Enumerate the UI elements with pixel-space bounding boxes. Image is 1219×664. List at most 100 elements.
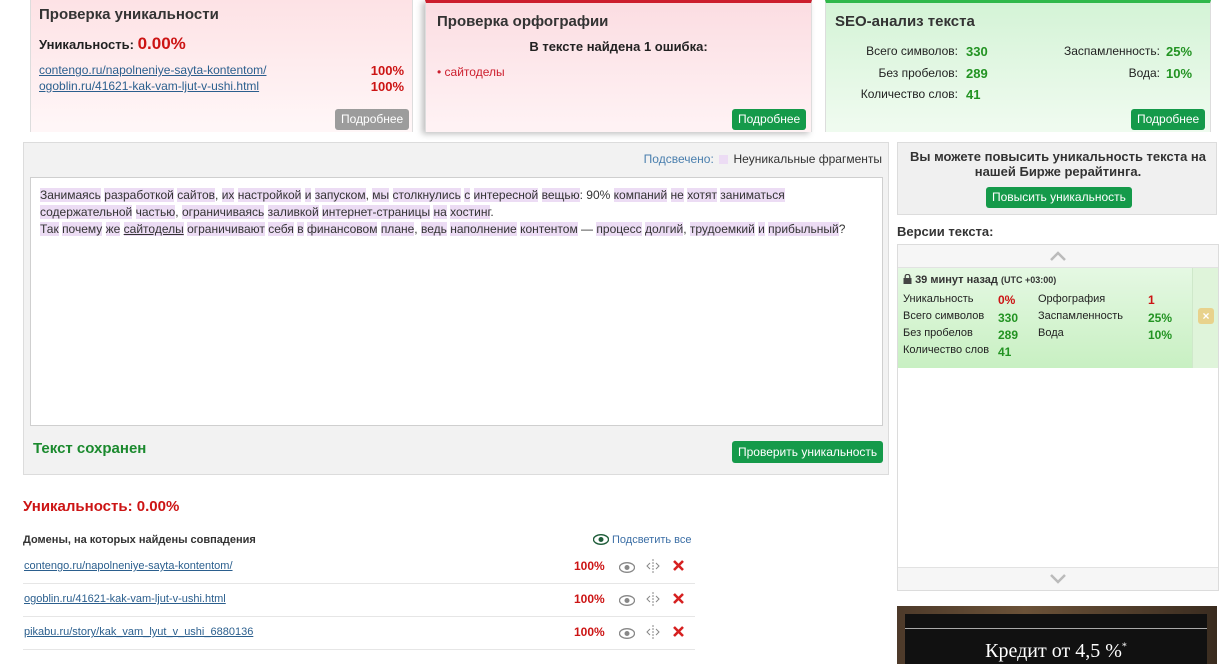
legend-swatch-icon [719,155,729,164]
raise-uniqueness-button[interactable]: Повысить уникальность [986,187,1132,208]
v-total-value: 330 [998,311,1019,325]
v-water-value: 10% [1148,328,1173,342]
nonunique-fragment: хостинг [450,205,491,219]
match-pct-2: 100% [370,79,404,94]
domain-link[interactable]: pikabu.ru/story/kak_vam_lyut_v_ushi_6880… [24,626,253,638]
ad-text-main: Кредит от 4,5 % [985,640,1122,662]
domain-link[interactable]: contengo.ru/napolneniye-sayta-kontentom/ [24,560,233,572]
nonunique-fragment: разработкой [104,188,174,202]
nonunique-fragment: контентом [520,222,578,236]
chevron-up-icon [1050,248,1066,265]
nonunique-fragment: ведь [420,222,447,236]
v-spam-value: 25% [1148,311,1173,325]
domain-pct: 100% [574,559,605,573]
uniqueness-more-button[interactable]: Подробнее [335,109,410,130]
seo-panel: SEO-анализ текста Всего символов: 330 Бе… [825,0,1211,132]
remove-icon[interactable] [672,625,685,643]
v-spell-label: Орфография [1038,293,1106,305]
text-fragment: ? [838,222,846,236]
match-link-2[interactable]: ogoblin.ru/41621-kak-vam-ljut-v-ushi.htm… [39,79,259,93]
eye-icon[interactable] [618,560,636,578]
compare-icon[interactable] [645,559,661,578]
chevron-down-icon [1050,571,1066,588]
v-uniq-label: Уникальность [903,293,974,305]
seo-word-count-value: 41 [966,87,981,102]
ad-text: Кредит от 4,5 %* [905,640,1207,663]
nonunique-fragment: в [297,222,304,236]
spelling-more-button[interactable]: Подробнее [732,109,807,130]
seo-spam-label: Заспамленность: [1063,44,1160,58]
compare-icon[interactable] [645,625,661,644]
nonunique-fragment: частью [135,205,176,219]
seo-panel-title: SEO-анализ текста [835,13,975,30]
uniqueness-summary: Уникальность: 0.00% [39,34,186,54]
highlight-all-link[interactable]: Подсветить все [592,533,692,548]
results-uniq-value: 0.00% [136,498,180,515]
spelling-panel: Проверка орфографии В тексте найдена 1 о… [425,0,812,132]
seo-water-value: 10% [1166,66,1193,81]
match-pct-1: 100% [370,63,404,78]
v-spam-label: Заспамленность [1038,310,1123,322]
seo-no-spaces-value: 289 [966,66,988,81]
seo-spam-value: 25% [1166,44,1193,59]
nonunique-fragment: себя [268,222,294,236]
nonunique-fragment: трудоемкий [689,222,755,236]
domain-row: ogoblin.ru/41621-kak-vam-ljut-v-ushi.htm… [23,584,695,617]
bullet-icon: • [437,65,442,79]
text-fragment: , [683,222,690,236]
versions-title: Версии текста: [897,224,994,239]
remove-icon[interactable] [672,592,685,610]
seo-total-chars-label: Всего символов: [866,44,958,58]
nonunique-fragment: ограничиваясь [181,205,265,219]
spelling-error-word: сайтоделы [444,65,505,79]
uniqueness-label: Уникальность: [39,37,134,52]
scroll-up-button[interactable] [898,245,1218,268]
version-entry[interactable]: 39 минут назад (UTC +03:00) Уникальность… [898,268,1192,368]
nonunique-fragment: интересной [473,188,539,202]
domains-header: Домены, на которых найдены совпадения [23,534,256,546]
highlight-label: Подсвечено: [643,152,714,166]
seo-word-count-label: Количество слов: [860,87,958,101]
match-link-1[interactable]: contengo.ru/napolneniye-sayta-kontentom/ [39,63,266,77]
seo-no-spaces-label: Без пробелов: [878,66,959,80]
seo-more-button[interactable]: Подробнее [1131,109,1206,130]
saved-status: Текст сохранен [33,440,147,457]
promo-text: Вы можете повысить уникальность текста н… [909,149,1207,179]
v-nospace-value: 289 [998,328,1019,342]
v-words-label: Количество слов [903,344,990,356]
nonunique-fragment: мы [372,188,390,202]
v-total-label: Всего символов [903,310,985,322]
ad-banner[interactable]: Кредит от 4,5 %* [897,606,1217,664]
nonunique-fragment: сайтов [177,188,216,202]
eye-icon[interactable] [618,626,636,644]
spelling-summary: В тексте найдена 1 ошибка: [529,39,708,54]
nonunique-fragment: и [758,222,765,236]
uniqueness-panel-title: Проверка уникальности [39,6,219,23]
version-actions: × [1192,268,1218,368]
domain-pct: 100% [574,592,605,606]
nonunique-fragment: заливкой [267,205,319,219]
domain-row: pikabu.ru/story/kak_vam_lyut_v_ushi_6880… [23,617,695,650]
results-uniqueness: Уникальность: 0.00% [23,498,179,515]
text-fragment [389,188,392,202]
delete-version-icon[interactable]: × [1198,308,1214,324]
version-header: 39 минут назад (UTC +03:00) [903,273,1056,286]
domain-row: contengo.ru/napolneniye-sayta-kontentom/… [23,551,695,584]
nonunique-fragment: Так [40,222,59,236]
text-editor[interactable]: Занимаясь разработкой сайтов, их настрой… [30,177,883,426]
compare-icon[interactable] [645,592,661,611]
v-water-label: Вода [1038,327,1064,339]
spelling-error-item[interactable]: • сайтоделы [437,65,505,79]
text-fragment: , [414,222,421,236]
scroll-down-button[interactable] [898,567,1218,590]
text-fragment: , [215,188,222,202]
ad-divider [905,628,1207,629]
remove-icon[interactable] [672,559,685,577]
lock-icon [903,273,912,286]
eye-icon[interactable] [618,593,636,611]
legend-label: Неуникальные фрагменты [733,152,882,166]
domain-link[interactable]: ogoblin.ru/41621-kak-vam-ljut-v-ushi.htm… [24,593,226,605]
promo-panel: Вы можете повысить уникальность текста н… [897,142,1217,215]
nonunique-fragment: ограничивают [187,222,265,236]
check-uniqueness-button[interactable]: Проверить уникальность [732,441,884,463]
